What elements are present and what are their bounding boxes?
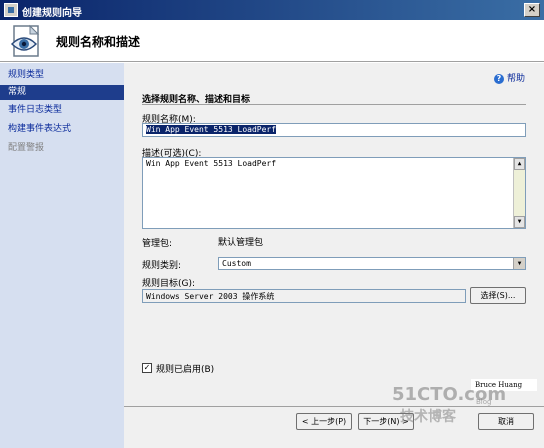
- description-textarea[interactable]: Win App Event 5513 LoadPerf ▲ ▼: [142, 157, 526, 229]
- description-scrollbar[interactable]: ▲ ▼: [513, 158, 525, 228]
- cancel-button[interactable]: 取消: [478, 413, 534, 430]
- rule-target-field: Windows Server 2003 操作系统: [142, 289, 466, 303]
- section-divider: [142, 104, 526, 105]
- rule-category-select[interactable]: Custom ▼: [218, 257, 526, 270]
- close-button[interactable]: ×: [524, 3, 540, 17]
- window-title: 创建规则向导: [22, 8, 82, 19]
- chevron-down-icon[interactable]: ▼: [513, 258, 525, 269]
- rule-eye-icon: [10, 24, 40, 57]
- management-pack-value: 默认管理包: [218, 238, 264, 248]
- back-button[interactable]: < 上一步(P): [296, 413, 352, 430]
- sidebar-item-build-expression[interactable]: 构建事件表达式: [6, 122, 122, 137]
- watermark-subtitle: 技术博客: [400, 409, 456, 425]
- management-pack-label: 管理包:: [142, 239, 173, 249]
- wizard-content: ? 帮助 选择规则名称、描述和目标 规则名称(M): Win App Event …: [124, 63, 544, 406]
- rule-enabled-label: 规则已启用(B): [156, 365, 215, 375]
- help-icon: ?: [494, 73, 504, 84]
- rule-target-label: 规则目标(G):: [142, 279, 196, 289]
- window-titlebar: 创建规则向导 ×: [0, 0, 544, 20]
- scroll-up-icon[interactable]: ▲: [514, 158, 525, 170]
- wizard-header: 规则名称和描述: [0, 20, 544, 62]
- rule-enabled-checkbox[interactable]: ✓: [142, 363, 152, 373]
- app-icon: [4, 3, 18, 17]
- wizard-footer: < 上一步(P) 下一步(N) > 取消: [124, 407, 544, 448]
- rule-name-input[interactable]: Win App Event 5513 LoadPerf: [142, 123, 526, 137]
- help-link[interactable]: ? 帮助: [494, 71, 525, 84]
- select-target-button[interactable]: 选择(S)...: [470, 287, 526, 304]
- help-label: 帮助: [507, 74, 526, 84]
- scroll-down-icon[interactable]: ▼: [514, 216, 525, 228]
- wizard-sidebar: 规则类型 常规 事件日志类型 构建事件表达式 配置警报: [0, 63, 124, 448]
- sidebar-item-general[interactable]: 常规: [0, 85, 124, 100]
- sidebar-item-rule-type[interactable]: 规则类型: [6, 68, 122, 83]
- watermark-tag: Blog: [476, 398, 492, 406]
- sidebar-item-event-log-type[interactable]: 事件日志类型: [6, 103, 122, 118]
- page-title: 规则名称和描述: [56, 35, 141, 49]
- sidebar-item-configure-alerts: 配置警报: [8, 143, 45, 153]
- rule-category-label: 规则类别:: [142, 261, 182, 271]
